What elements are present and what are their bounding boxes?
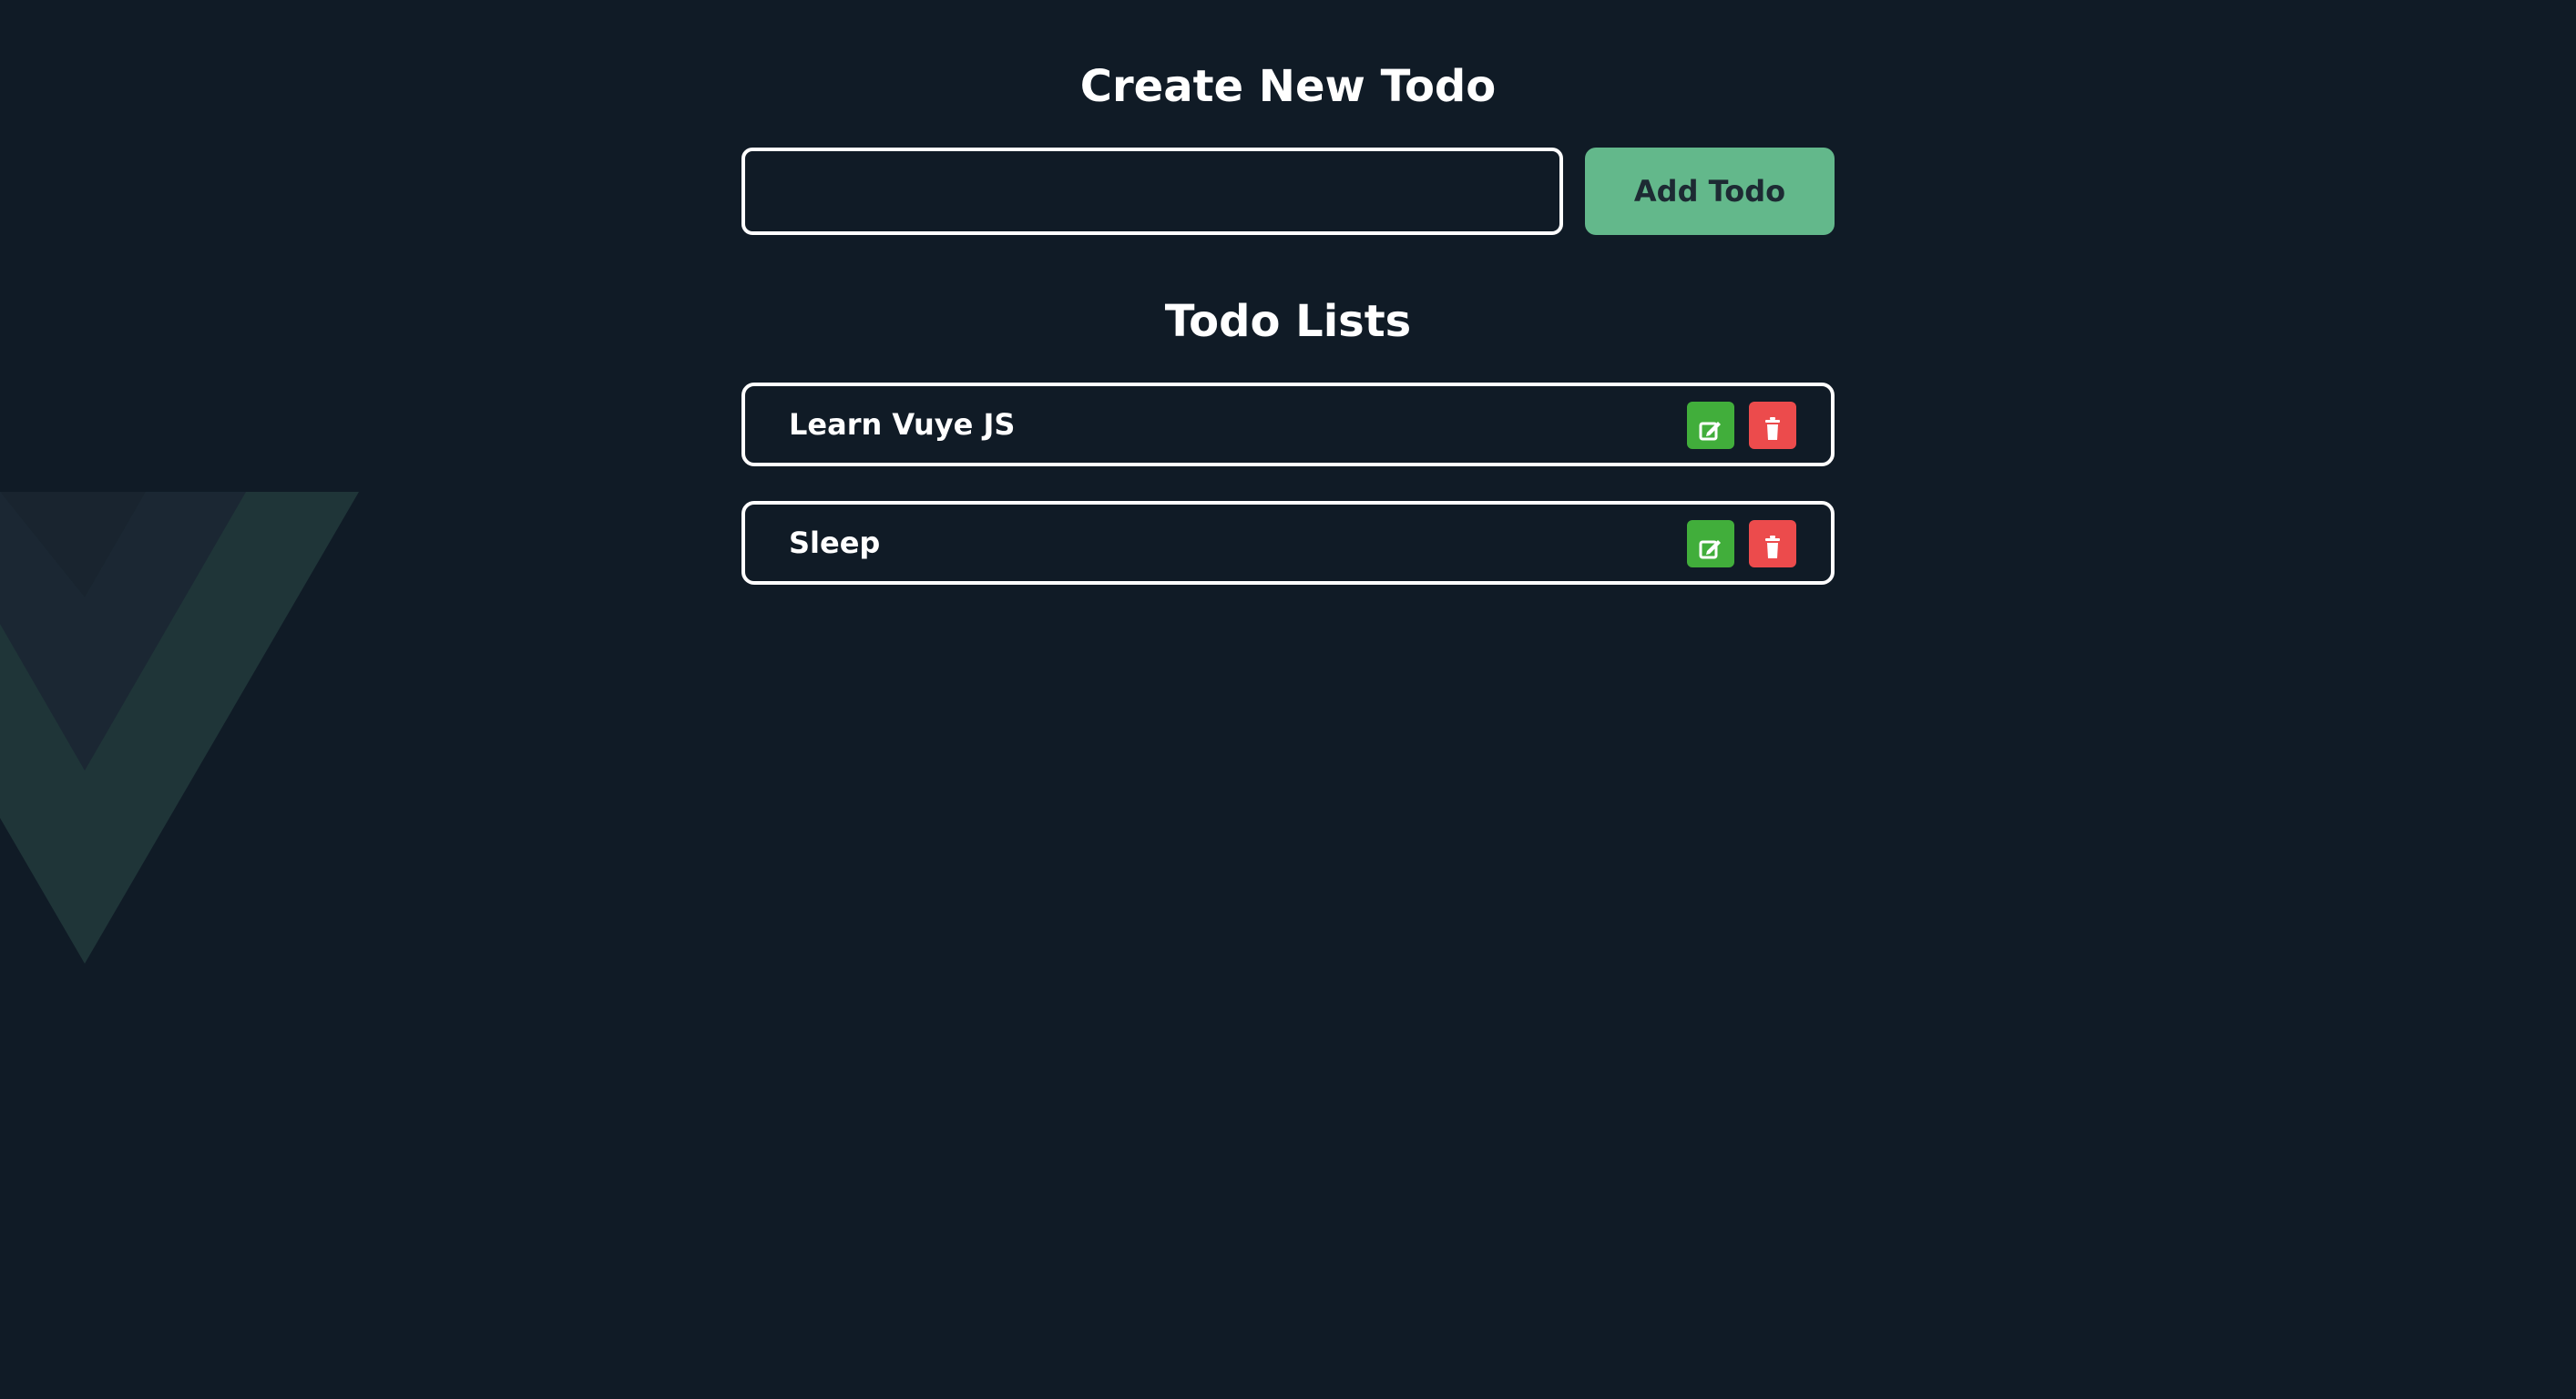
trash-icon xyxy=(1765,535,1780,558)
todo-actions xyxy=(1672,520,1796,567)
todo-input[interactable] xyxy=(741,148,1563,235)
todo-item-text: Sleep xyxy=(789,526,881,560)
create-todo-title: Create New Todo xyxy=(1079,61,1497,112)
delete-todo-button[interactable] xyxy=(1749,520,1796,567)
trash-icon xyxy=(1765,416,1780,440)
add-todo-form: Add Todo xyxy=(741,148,1835,235)
edit-todo-button[interactable] xyxy=(1687,520,1734,567)
todo-item: Learn Vuye JS xyxy=(741,383,1835,466)
todo-app-page: Create New Todo Add Todo Todo Lists Lear… xyxy=(0,0,2576,1399)
todo-item-text: Learn Vuye JS xyxy=(789,407,1016,442)
todo-list: Learn Vuye JS Sleep xyxy=(741,383,1835,619)
todo-actions xyxy=(1672,402,1796,449)
todo-item: Sleep xyxy=(741,501,1835,585)
edit-icon xyxy=(1699,421,1721,440)
todo-lists-title: Todo Lists xyxy=(1164,296,1412,347)
edit-icon xyxy=(1699,539,1721,558)
add-todo-button[interactable]: Add Todo xyxy=(1585,148,1835,235)
delete-todo-button[interactable] xyxy=(1749,402,1796,449)
edit-todo-button[interactable] xyxy=(1687,402,1734,449)
